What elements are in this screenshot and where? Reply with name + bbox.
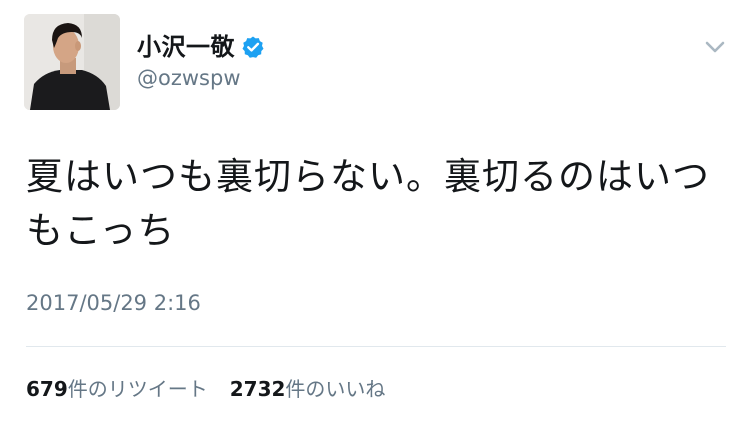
divider [26,346,726,347]
tweet-text: 夏はいつも裏切らない。裏切るのはいつもこっち [26,155,710,252]
tweet-stats: 679件のリツイート 2732件のいいね [26,374,385,404]
tweet-timestamp[interactable]: 2017/05/29 2:16 [26,288,201,318]
like-count: 2732 [229,377,286,401]
display-name[interactable]: 小沢一敬 [137,30,235,64]
like-stat[interactable]: 2732件のいいね [230,374,386,404]
retweet-label: 件のリツイート [67,377,208,401]
avatar[interactable] [24,14,120,110]
verified-badge-icon [241,35,265,59]
author-name-row: 小沢一敬 [137,30,265,64]
chevron-down-icon[interactable] [700,34,730,60]
username-handle[interactable]: @ozwspw [137,64,241,92]
tweet-detail: 小沢一敬 @ozwspw 夏はいつも裏切らない。裏切るのはいつもこっち 2017… [0,0,747,423]
retweet-count: 679 [26,377,68,401]
avatar-image [24,14,120,110]
retweet-stat[interactable]: 679件のリツイート [26,374,208,404]
like-label: 件のいいね [285,377,386,401]
